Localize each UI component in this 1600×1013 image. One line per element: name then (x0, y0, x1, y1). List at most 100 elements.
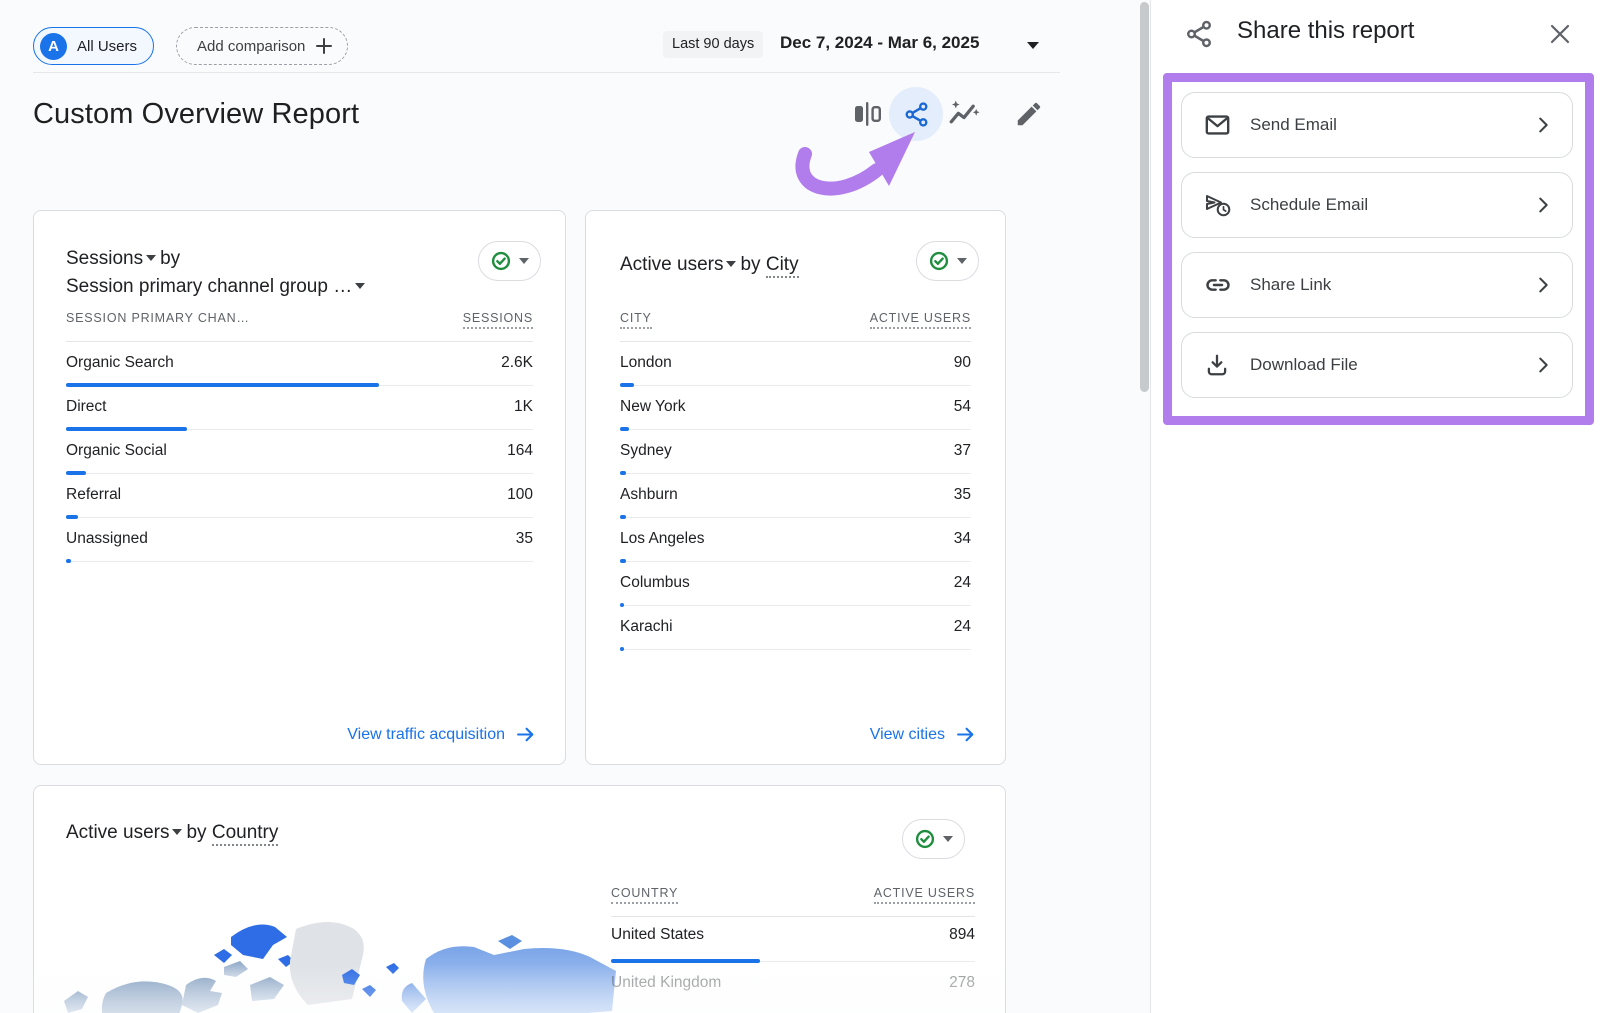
dimension-name[interactable]: Country (212, 822, 279, 846)
schedule-email-button[interactable]: Schedule Email (1181, 172, 1573, 238)
bar-track (620, 559, 971, 563)
button-label: Share Link (1250, 275, 1331, 295)
bar (620, 559, 626, 563)
chevron-down-icon (146, 255, 156, 261)
share-icon (903, 101, 930, 128)
metric-name[interactable]: Active users (66, 822, 169, 843)
row-value: 35 (516, 530, 533, 548)
row-label: London (620, 354, 672, 372)
row-value: 164 (507, 442, 533, 460)
bar-track (66, 383, 533, 387)
row-label: Unassigned (66, 530, 148, 548)
share-button[interactable] (889, 87, 943, 141)
table-row: Columbus 24 (620, 565, 971, 609)
bar-track (620, 647, 971, 651)
cities-card-title[interactable]: Active users by City (620, 251, 799, 279)
by-text: by (160, 248, 180, 269)
bar-track (620, 603, 971, 607)
metric-name[interactable]: Sessions (66, 248, 143, 269)
column-header-dimension[interactable]: SESSION PRIMARY CHAN… (66, 311, 250, 329)
check-circle-icon (914, 828, 936, 850)
row-label: Ashburn (620, 486, 678, 504)
button-label: Send Email (1250, 115, 1337, 135)
data-quality-pill[interactable] (478, 241, 541, 281)
header-divider (33, 72, 1060, 73)
dimension-name[interactable]: City (766, 254, 799, 278)
bar-track (66, 427, 533, 431)
close-icon[interactable] (1547, 21, 1573, 47)
row-label: United Kingdom (611, 974, 721, 992)
column-headers: COUNTRY ACTIVE USERS (611, 886, 975, 917)
row-label: Referral (66, 486, 121, 504)
comparison-icon[interactable] (853, 101, 883, 127)
bar-track (620, 427, 971, 431)
send-email-button[interactable]: Send Email (1181, 92, 1573, 158)
dimension-name[interactable]: Session primary channel group … (66, 276, 352, 297)
edit-icon[interactable] (1014, 99, 1044, 129)
metric-name[interactable]: Active users (620, 254, 723, 275)
download-icon (1204, 352, 1230, 378)
bar (66, 427, 187, 431)
row-value: 35 (954, 486, 971, 504)
bar (620, 427, 629, 431)
table-row: Organic Search2.6K (66, 345, 533, 389)
bar-track (620, 383, 971, 387)
insights-icon[interactable] (947, 97, 981, 131)
table-row: Karachi 24 (620, 609, 971, 653)
row-value: 278 (949, 974, 975, 992)
view-cities-link[interactable]: View cities (870, 725, 975, 744)
row-value: 2.6K (501, 354, 533, 372)
column-header-metric[interactable]: ACTIVE USERS (870, 311, 971, 329)
bar (620, 647, 624, 651)
sessions-card: Sessions by Session primary channel group… (33, 210, 566, 765)
cities-table: London90 New York54 Sydney37 Ashburn35 L… (620, 345, 971, 653)
column-header-metric[interactable]: SESSIONS (463, 311, 533, 329)
link-label: View traffic acquisition (347, 726, 505, 744)
view-traffic-acquisition-link[interactable]: View traffic acquisition (347, 725, 535, 744)
share-panel: Share this report Send Email Schedule Em… (1150, 0, 1600, 1013)
audience-chip-all-users[interactable]: A All Users (33, 27, 154, 65)
chevron-down-icon[interactable] (1027, 42, 1039, 49)
bar-track (620, 471, 971, 475)
by-text: by (740, 254, 760, 275)
table-row: Organic Social164 (66, 433, 533, 477)
panel-title: Share this report (1237, 17, 1414, 45)
check-circle-icon (928, 250, 950, 272)
row-value: 1K (514, 398, 533, 416)
download-file-button[interactable]: Download File (1181, 332, 1573, 398)
bar-track (611, 959, 975, 963)
column-header-dimension[interactable]: COUNTRY (611, 886, 678, 904)
column-header-dimension[interactable]: CITY (620, 311, 652, 329)
row-value: 24 (954, 618, 971, 636)
bar (620, 603, 624, 607)
row-label: Direct (66, 398, 106, 416)
country-card-title[interactable]: Active usersby Country (66, 819, 278, 847)
table-row: London90 (620, 345, 971, 389)
button-label: Download File (1250, 355, 1358, 375)
sessions-card-title[interactable]: Sessions by Session primary channel group… (66, 245, 369, 301)
table-row: Direct 1K (66, 389, 533, 433)
chevron-down-icon (355, 283, 365, 289)
column-header-metric[interactable]: ACTIVE USERS (874, 886, 975, 904)
link-label: View cities (870, 726, 945, 744)
row-value: 24 (954, 574, 971, 592)
bar (611, 959, 760, 963)
add-comparison-button[interactable]: Add comparison (176, 27, 348, 65)
add-comparison-label: Add comparison (197, 38, 305, 55)
bar-track (66, 515, 533, 519)
row-label: Karachi (620, 618, 673, 636)
row-label: Columbus (620, 574, 690, 592)
data-quality-pill[interactable] (916, 241, 979, 281)
plus-icon (315, 37, 333, 55)
vertical-scrollbar[interactable] (1140, 2, 1149, 392)
row-value: 37 (954, 442, 971, 460)
date-preset-badge: Last 90 days (663, 31, 763, 58)
row-value: 34 (954, 530, 971, 548)
date-range-selector[interactable]: Dec 7, 2024 - Mar 6, 2025 (780, 33, 979, 53)
bar (66, 383, 379, 387)
chevron-right-icon (1532, 114, 1554, 136)
email-icon (1204, 112, 1231, 139)
share-link-button[interactable]: Share Link (1181, 252, 1573, 318)
data-quality-pill[interactable] (902, 819, 965, 859)
table-row: Unassigned 35 (66, 521, 533, 565)
